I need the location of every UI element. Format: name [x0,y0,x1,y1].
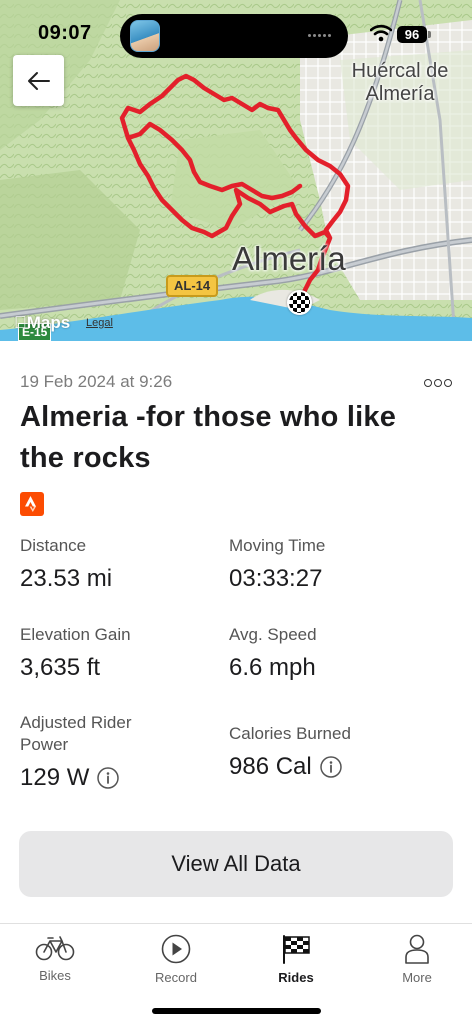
person-icon [405,934,429,964]
now-playing-avatar [130,20,160,52]
stat-elevation-gain: Elevation Gain 3,635 ft [20,624,131,682]
tab-label: Rides [278,970,314,985]
tab-label: Record [155,970,197,985]
apple-icon:  [14,313,27,332]
stat-avg-speed: Avg. Speed 6.6 mph [229,624,317,682]
stat-distance: Distance 23.53 mi [20,535,112,593]
dot-icon [434,379,442,387]
info-icon[interactable] [319,756,342,778]
stat-rider-power: Adjusted Rider Power 129 W [20,712,140,792]
dot-icon [424,379,432,387]
wifi-icon [370,24,392,42]
apple-maps-logo: Maps [14,313,70,333]
tab-bikes[interactable]: Bikes [0,934,114,983]
tab-rides[interactable]: Rides [237,934,355,985]
tab-more[interactable]: More [358,934,472,985]
stat-label: Distance [20,536,87,555]
checkered-flag-icon [283,935,310,964]
bike-icon [35,936,75,961]
stat-label: Avg. Speed [229,625,317,644]
stat-value: 03:33:27 [229,565,323,592]
ride-title: Almeria -for those who like the rocks [20,401,397,474]
legal-link[interactable]: Legal [86,317,113,329]
tab-label: More [402,970,432,985]
map-label-huercal: Huércal de Almería [351,60,449,105]
arrow-left-icon [27,71,50,90]
stat-label: Elevation Gain [20,625,131,644]
tab-label: Bikes [39,968,71,983]
stat-value: 129 W [20,764,140,792]
stat-value: 3,635 ft [20,654,101,681]
stat-value: 986 Cal [229,753,351,781]
stat-calories: Calories Burned 986 Cal [229,723,351,781]
finish-marker-icon [287,290,312,315]
back-button[interactable] [13,55,64,106]
stat-label: Moving Time [229,536,326,555]
activity-dots-icon [308,33,334,39]
more-options-button[interactable] [424,378,452,388]
road-shield-al14: AL-14 [166,275,219,297]
maps-brand: Maps [14,313,70,332]
dynamic-island[interactable] [120,14,348,58]
stat-label: Adjusted Rider Power [20,713,132,754]
play-icon [161,934,191,964]
battery-indicator: 96 [397,26,427,43]
battery-tip [428,31,431,38]
tab-record[interactable]: Record [117,934,235,985]
stat-label: Calories Burned [229,724,351,743]
info-icon[interactable] [97,767,120,789]
ride-date: 19 Feb 2024 at 9:26 [20,372,173,391]
view-all-data-button[interactable]: View All Data [19,831,453,897]
stat-value: 23.53 mi [20,565,113,592]
strava-icon [20,492,44,516]
home-indicator[interactable] [152,1008,321,1014]
map-label-almeria: Almería [232,240,346,277]
stat-value: 6.6 mph [229,654,316,681]
stat-moving-time: Moving Time 03:33:27 [229,535,325,593]
dot-icon [444,379,452,387]
status-time: 09:07 [38,22,92,44]
route-map[interactable]: Huércal de Almería Almería AL-14 E-15 M… [0,0,472,341]
